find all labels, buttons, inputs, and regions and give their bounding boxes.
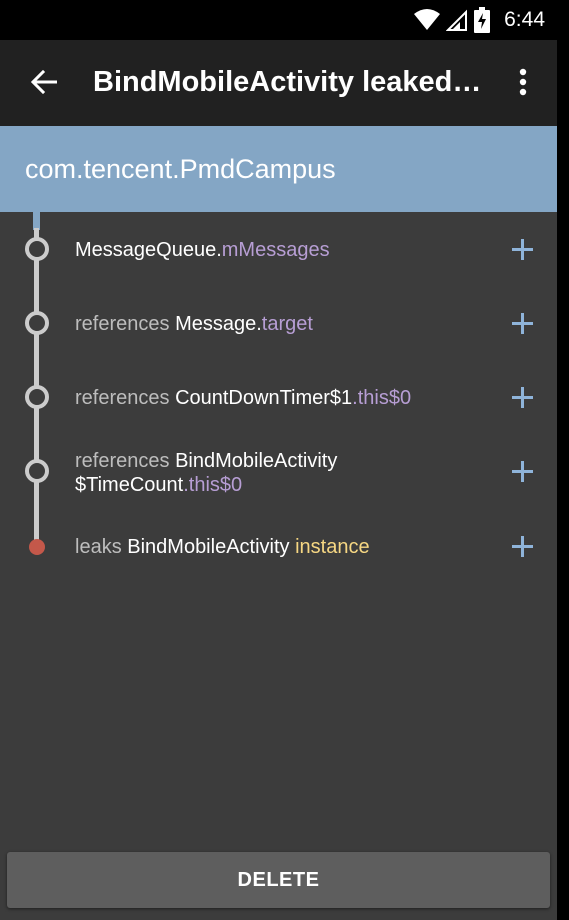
- delete-button[interactable]: DELETE: [7, 852, 550, 908]
- trace-prefix: references: [75, 450, 176, 472]
- trace-class: Message: [175, 313, 257, 335]
- trace-row-text: MessageQueue.mMessages: [75, 238, 475, 262]
- wifi-icon: [414, 9, 441, 30]
- plus-icon[interactable]: [512, 536, 534, 558]
- trace-class: BindMobileActivity: [127, 536, 296, 558]
- arrow-left-icon: [31, 70, 57, 94]
- trace-class: CountDownTimer$1: [175, 387, 353, 409]
- trace-field: mMessages: [221, 239, 330, 261]
- trace-prefix: references: [75, 387, 176, 409]
- back-button[interactable]: [22, 60, 66, 104]
- trace-node: [25, 311, 49, 335]
- trace-field: target: [261, 313, 313, 335]
- trace-row[interactable]: references Message.target: [0, 296, 557, 352]
- leak-node: [29, 539, 45, 555]
- trace-row[interactable]: references BindMobileActivity $TimeCount…: [0, 444, 557, 504]
- screen-edge: [557, 0, 569, 920]
- trace-node: [25, 385, 49, 409]
- trace-class: MessageQueue: [75, 239, 217, 261]
- package-name: com.tencent.PmdCampus: [25, 154, 336, 184]
- trace-node: [25, 459, 49, 483]
- plus-icon[interactable]: [512, 239, 534, 261]
- toolbar: BindMobileActivity leaked by com.tencent…: [0, 40, 557, 126]
- trace-row[interactable]: MessageQueue.mMessages: [0, 222, 557, 278]
- page-title: BindMobileActivity leaked by com.tencent…: [93, 66, 483, 98]
- trace-field: .this$0: [183, 474, 243, 496]
- trace-row-leak[interactable]: leaks BindMobileActivity instance: [0, 520, 557, 576]
- trace-row-text: references Message.target: [75, 312, 475, 336]
- leak-detail-screen: 6:44 BindMobileActivity leaked by com.te…: [0, 0, 557, 920]
- trace-node: [25, 237, 49, 261]
- status-bar: 6:44: [0, 0, 557, 40]
- trace-prefix: references: [75, 313, 176, 335]
- trace-row-text: references BindMobileActivity $TimeCount…: [75, 449, 375, 497]
- cellular-signal-icon: [446, 9, 468, 31]
- status-icons: 6:44: [414, 6, 545, 34]
- status-time: 6:44: [504, 8, 545, 31]
- trace-row-text: leaks BindMobileActivity instance: [75, 535, 475, 559]
- trace-row[interactable]: references CountDownTimer$1.this$0: [0, 370, 557, 426]
- overflow-menu-button[interactable]: [503, 60, 543, 104]
- trace-row-text: references CountDownTimer$1.this$0: [75, 386, 475, 410]
- leak-header: com.tencent.PmdCampus: [0, 126, 557, 212]
- plus-icon[interactable]: [512, 387, 534, 409]
- trace-prefix: leaks: [75, 536, 128, 558]
- more-vert-icon: [519, 68, 527, 96]
- battery-charging-icon: [474, 7, 491, 33]
- plus-icon[interactable]: [512, 461, 534, 483]
- plus-icon[interactable]: [512, 313, 534, 335]
- trace-field: .this$0: [352, 387, 412, 409]
- trace-field: instance: [295, 536, 370, 558]
